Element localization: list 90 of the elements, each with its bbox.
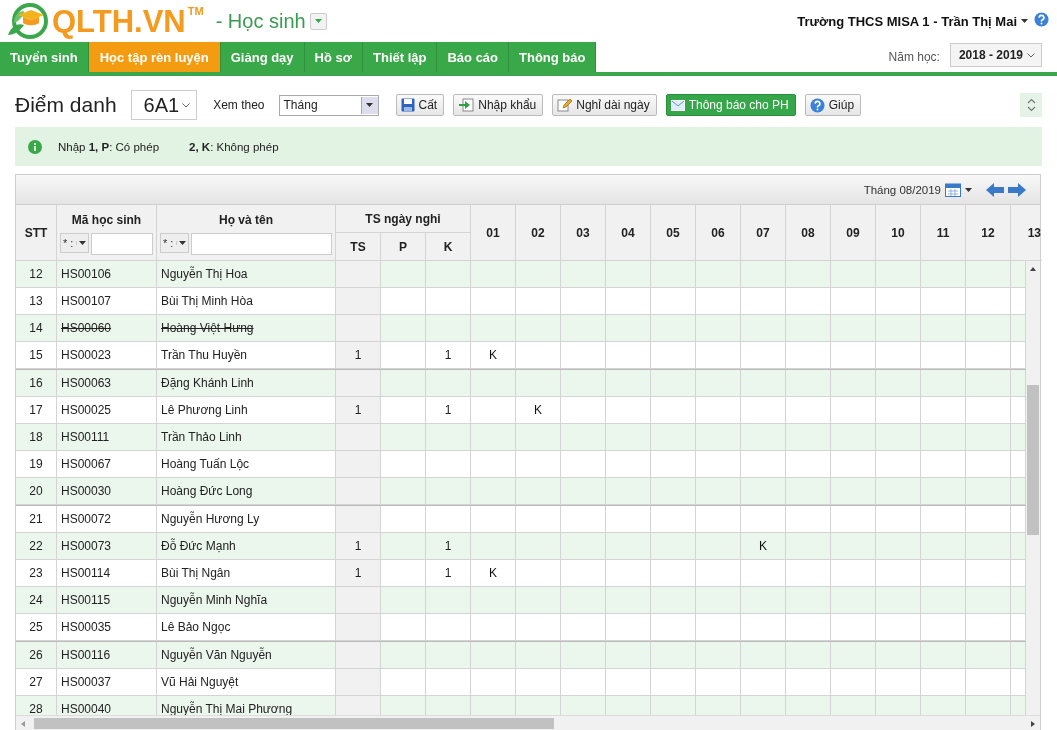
table-cell: 23 [16,560,57,586]
table-cell: 1 [336,533,381,559]
table-cell: 1 [426,342,471,368]
table-cell: 12 [16,261,57,287]
collapse-button[interactable] [1020,93,1042,117]
legend-text: 2, K: Không phép [189,140,279,153]
table-cell: HS00116 [57,642,157,668]
help-icon [1034,11,1049,27]
module-title: - Học sinh [215,9,306,33]
table-cell[interactable]: K [471,342,516,368]
right-arrow-icon[interactable] [1008,182,1026,197]
table-cell: 1 [336,560,381,586]
period-label: Tháng 08/2019 [863,183,941,196]
view-select[interactable]: Tháng [278,94,379,116]
table-cell: 1 [426,533,471,559]
table-cell: HS00111 [57,424,157,450]
user-menu[interactable]: Trường THCS MISA 1 - Trần Thị Mai [797,13,1028,29]
table-cell: HS00037 [57,669,157,695]
info-icon [28,139,42,154]
pencil-note-icon [557,98,573,112]
filter-input[interactable] [191,233,332,255]
table-cell: HS00073 [57,533,157,559]
table-cell: 20 [16,478,57,504]
table-cell: 14 [16,315,57,341]
table-cell: 13 [16,288,57,314]
triangle-down-icon [314,19,322,23]
vertical-scrollbar[interactable] [1026,261,1040,715]
year-label: Năm học: [888,50,940,64]
toolbar-button[interactable]: Cất [395,94,445,116]
table-cell: HS00114 [57,560,157,586]
table-cell: HS00025 [57,397,157,423]
class-select[interactable]: 6A1 [130,90,198,120]
toolbar-button[interactable]: Nghỉ dài ngày [552,94,657,116]
chevron-down-icon [182,102,191,108]
table-cell[interactable]: K [516,397,561,423]
module-dropdown-button[interactable] [309,12,327,30]
table-cell: 15 [16,342,57,368]
table-cell: HS00106 [57,261,157,287]
table-cell: HS00067 [57,451,157,477]
toolbar-button[interactable]: Nhập khẩu [453,94,544,116]
column-group-header: TS ngày nghỉ [336,205,471,233]
table-cell: HS00060 [57,315,157,341]
caret-icon [179,241,187,245]
caret-icon [965,187,972,192]
table-cell: HS00035 [57,614,157,640]
expand-collapse-icon [1026,98,1036,112]
table-cell: HS00107 [57,288,157,314]
table-cell: HS00023 [57,342,157,368]
import-icon [458,98,475,112]
table-cell: HS00063 [57,370,157,396]
table-cell: 1 [426,560,471,586]
calendar-icon[interactable] [945,182,961,197]
left-arrow-icon[interactable] [986,182,1004,197]
table-cell[interactable]: K [741,533,786,559]
table-cell: 21 [16,506,57,532]
chevron-down-icon [1027,52,1035,58]
caret-icon [79,241,87,245]
toolbar-button[interactable]: Giúp [804,94,862,116]
trademark: TM [187,5,204,17]
table-cell: 18 [16,424,57,450]
table-cell: HS00072 [57,506,157,532]
table-cell: 1 [426,397,471,423]
envelope-icon [670,99,685,111]
filter-input[interactable] [91,233,153,255]
filter-operator-select[interactable]: * : [60,233,90,253]
year-select[interactable]: 2018 - 2019 [949,43,1042,67]
logo-text: QLTH.VN [52,5,186,37]
table-cell: 25 [16,614,57,640]
table-cell: 22 [16,533,57,559]
table-cell: HS00115 [57,587,157,613]
filter-operator-select[interactable]: * : [160,233,190,253]
table-cell: 17 [16,397,57,423]
table-cell[interactable]: K [471,560,516,586]
page-title: Điểm danh [15,93,117,117]
table-cell: 24 [16,587,57,613]
horizontal-scrollbar[interactable] [16,715,1040,730]
table-cell: 19 [16,451,57,477]
caret-icon [1021,19,1028,23]
help-icon [809,97,825,113]
table-cell: 1 [336,342,381,368]
table-cell: 26 [16,642,57,668]
view-label: Xem theo [213,98,265,112]
legend-text: Nhập 1, P: Có phép [58,140,160,153]
table-cell: 27 [16,669,57,695]
table-cell: 16 [16,370,57,396]
column-header: Mã học sinh [71,213,142,227]
caret-icon [366,103,374,107]
table-cell: 1 [336,397,381,423]
column-header: Họ và tên [219,213,273,227]
table-cell: HS00030 [57,478,157,504]
